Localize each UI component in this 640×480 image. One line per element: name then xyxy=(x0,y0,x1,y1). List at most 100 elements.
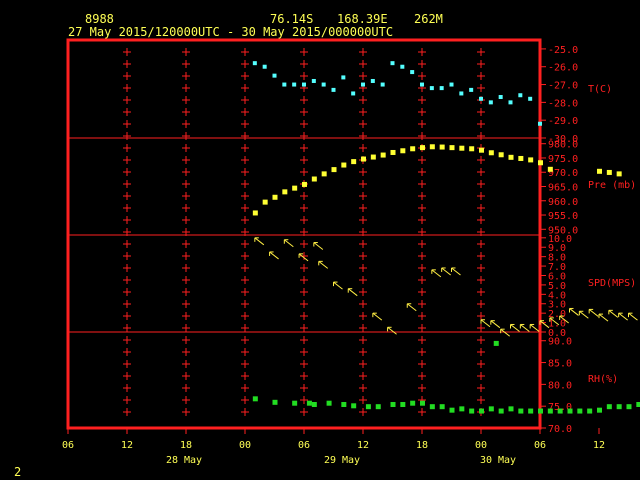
x-tick-label: 12 xyxy=(593,440,605,451)
rh-point xyxy=(326,400,332,406)
wind-arrow-shaft xyxy=(254,237,265,246)
rh-point xyxy=(636,402,640,407)
pressure-point xyxy=(459,145,465,151)
pressure-point xyxy=(321,171,327,177)
y-tick-label: 85.0 xyxy=(548,359,572,370)
y-tick-label: -27.0 xyxy=(548,81,578,92)
temperature-point xyxy=(252,61,257,66)
wind-arrow-shaft xyxy=(520,324,530,332)
wind-arrow-shaft xyxy=(628,312,638,321)
y-tick-label: 980.0 xyxy=(548,140,578,151)
y-tick-label: 80.0 xyxy=(548,380,572,391)
pressure-point xyxy=(439,144,445,150)
rh-point xyxy=(400,402,406,407)
wind-arrow-shaft xyxy=(372,312,383,321)
pressure-point xyxy=(479,147,484,153)
rh-point xyxy=(375,404,381,410)
y-tick-label: -28.0 xyxy=(548,98,578,109)
rh-point xyxy=(508,406,514,412)
temperature-point xyxy=(528,96,533,101)
pressure-point xyxy=(390,149,396,155)
temperature-point xyxy=(449,82,454,87)
wind-arrow-shaft xyxy=(451,267,461,276)
rh-point xyxy=(518,408,524,414)
rh-point xyxy=(469,408,475,414)
rh-point xyxy=(390,402,396,407)
rh-point xyxy=(538,408,543,414)
x-day-label: 29 May xyxy=(324,455,360,466)
temperature-point xyxy=(538,121,542,126)
wind-arrow-shaft xyxy=(618,312,628,321)
pressure-point xyxy=(498,152,504,158)
y-tick-label: 90.0 xyxy=(548,337,572,348)
temperature-point xyxy=(331,87,336,92)
rh-point xyxy=(587,408,593,414)
pressure-point xyxy=(282,189,288,195)
temperature-point xyxy=(479,96,483,101)
wind-arrow-shaft xyxy=(406,303,417,312)
rh-point xyxy=(252,396,258,402)
temperature-point xyxy=(390,61,395,66)
y-tick-label: 960.0 xyxy=(548,197,578,208)
pressure-point xyxy=(302,181,307,187)
temperature-point xyxy=(439,86,444,91)
y-tick-label: 975.0 xyxy=(548,154,578,165)
pressure-point xyxy=(508,154,514,160)
temperature-point xyxy=(351,91,356,96)
x-tick-label: 06 xyxy=(62,440,74,451)
panel-label: SPD(MPS) xyxy=(588,278,636,289)
rh-point xyxy=(439,404,445,410)
pressure-point xyxy=(370,154,376,160)
wind-arrow-shaft xyxy=(269,251,279,260)
pressure-point xyxy=(429,144,435,150)
wind-arrow-shaft xyxy=(431,269,442,278)
rh-point xyxy=(528,408,534,414)
wind-arrow-shaft xyxy=(529,324,540,332)
pressure-point xyxy=(341,162,347,168)
temperature-point xyxy=(508,100,513,105)
x-tick-label: 00 xyxy=(475,440,487,451)
wind-arrow-shaft xyxy=(441,267,451,276)
x-tick-label: 06 xyxy=(298,440,310,451)
pressure-point xyxy=(292,185,298,191)
y-tick-label: -29.0 xyxy=(548,116,578,127)
temperature-point xyxy=(410,70,415,75)
pressure-point xyxy=(616,171,622,177)
pressure-point xyxy=(538,160,543,166)
rh-point xyxy=(557,408,563,414)
rh-point xyxy=(493,340,499,346)
temperature-point xyxy=(498,95,503,100)
y-tick-label: -25.0 xyxy=(548,45,578,56)
rh-point xyxy=(351,403,357,409)
temperature-point xyxy=(361,82,365,87)
pressure-point xyxy=(420,145,425,151)
wind-arrow-shaft xyxy=(387,326,397,335)
x-day-label: 30 May xyxy=(480,455,516,466)
pressure-point xyxy=(469,146,475,152)
rh-point xyxy=(577,408,583,414)
pressure-point xyxy=(252,210,258,216)
rh-point xyxy=(449,407,455,413)
temperature-point xyxy=(459,91,464,96)
temperature-point xyxy=(341,75,346,80)
temperature-point xyxy=(429,86,434,91)
rh-point xyxy=(420,400,425,406)
rh-point xyxy=(547,408,553,414)
temperature-point xyxy=(370,78,375,83)
wind-arrow-shaft xyxy=(313,242,324,250)
rh-point xyxy=(311,402,317,407)
wind-arrow-shaft xyxy=(347,288,358,297)
x-tick-label: 18 xyxy=(416,440,428,451)
x-tick-label: 06 xyxy=(534,440,546,451)
rh-point xyxy=(498,408,504,414)
pressure-point xyxy=(528,157,534,163)
rh-point xyxy=(341,402,347,407)
wind-arrow-shaft xyxy=(490,320,501,329)
pressure-point xyxy=(410,146,416,152)
rh-point xyxy=(306,400,312,406)
x-tick-label: 00 xyxy=(239,440,251,451)
wind-arrow-shaft xyxy=(284,239,294,248)
temperature-point xyxy=(469,87,474,92)
pressure-point xyxy=(380,152,386,158)
rh-point xyxy=(479,408,484,414)
